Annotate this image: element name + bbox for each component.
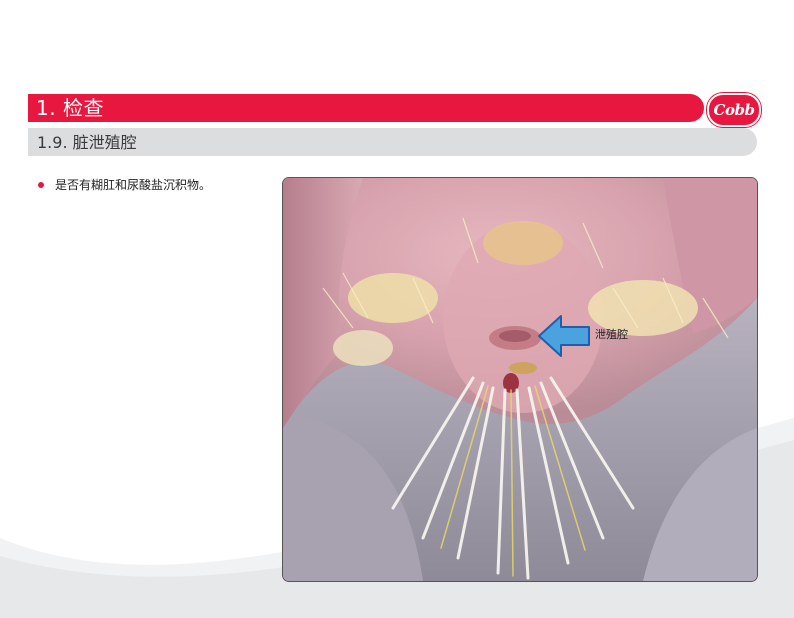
subtitle-bar: [28, 128, 757, 156]
page-title: 1. 检查: [36, 96, 104, 120]
bullet-item: 是否有糊肛和尿酸盐沉积物。: [36, 176, 211, 194]
logo-text: Cobb: [713, 101, 755, 119]
section-header-bar: [28, 94, 704, 122]
cloaca-label: 泄殖腔: [595, 328, 628, 341]
bullet-text: 是否有糊肛和尿酸盐沉积物。: [55, 178, 212, 192]
bullet-dot-icon: [38, 182, 44, 188]
cloaca-photo-image: [283, 178, 757, 581]
section-subtitle: 1.9. 脏泄殖腔: [37, 133, 137, 152]
cloaca-photo: 泄殖腔: [282, 177, 758, 582]
cobb-logo: Cobb: [707, 93, 761, 127]
